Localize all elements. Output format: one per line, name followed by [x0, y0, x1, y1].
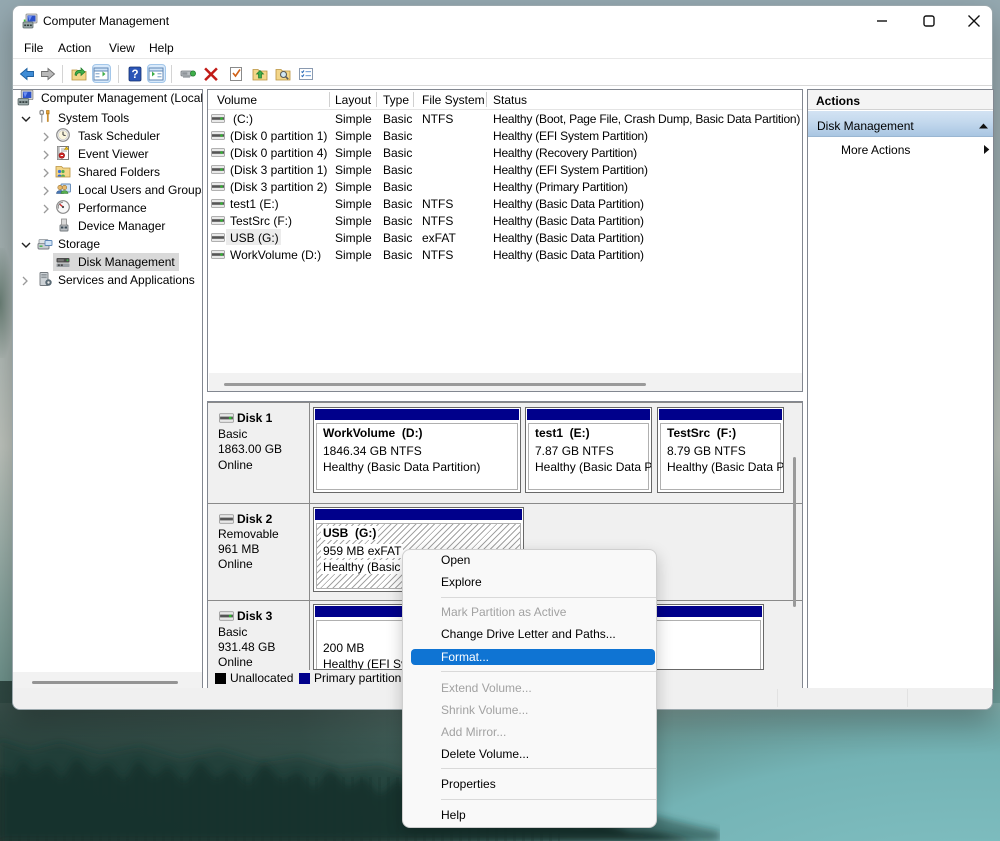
- svg-text:?: ?: [131, 69, 138, 81]
